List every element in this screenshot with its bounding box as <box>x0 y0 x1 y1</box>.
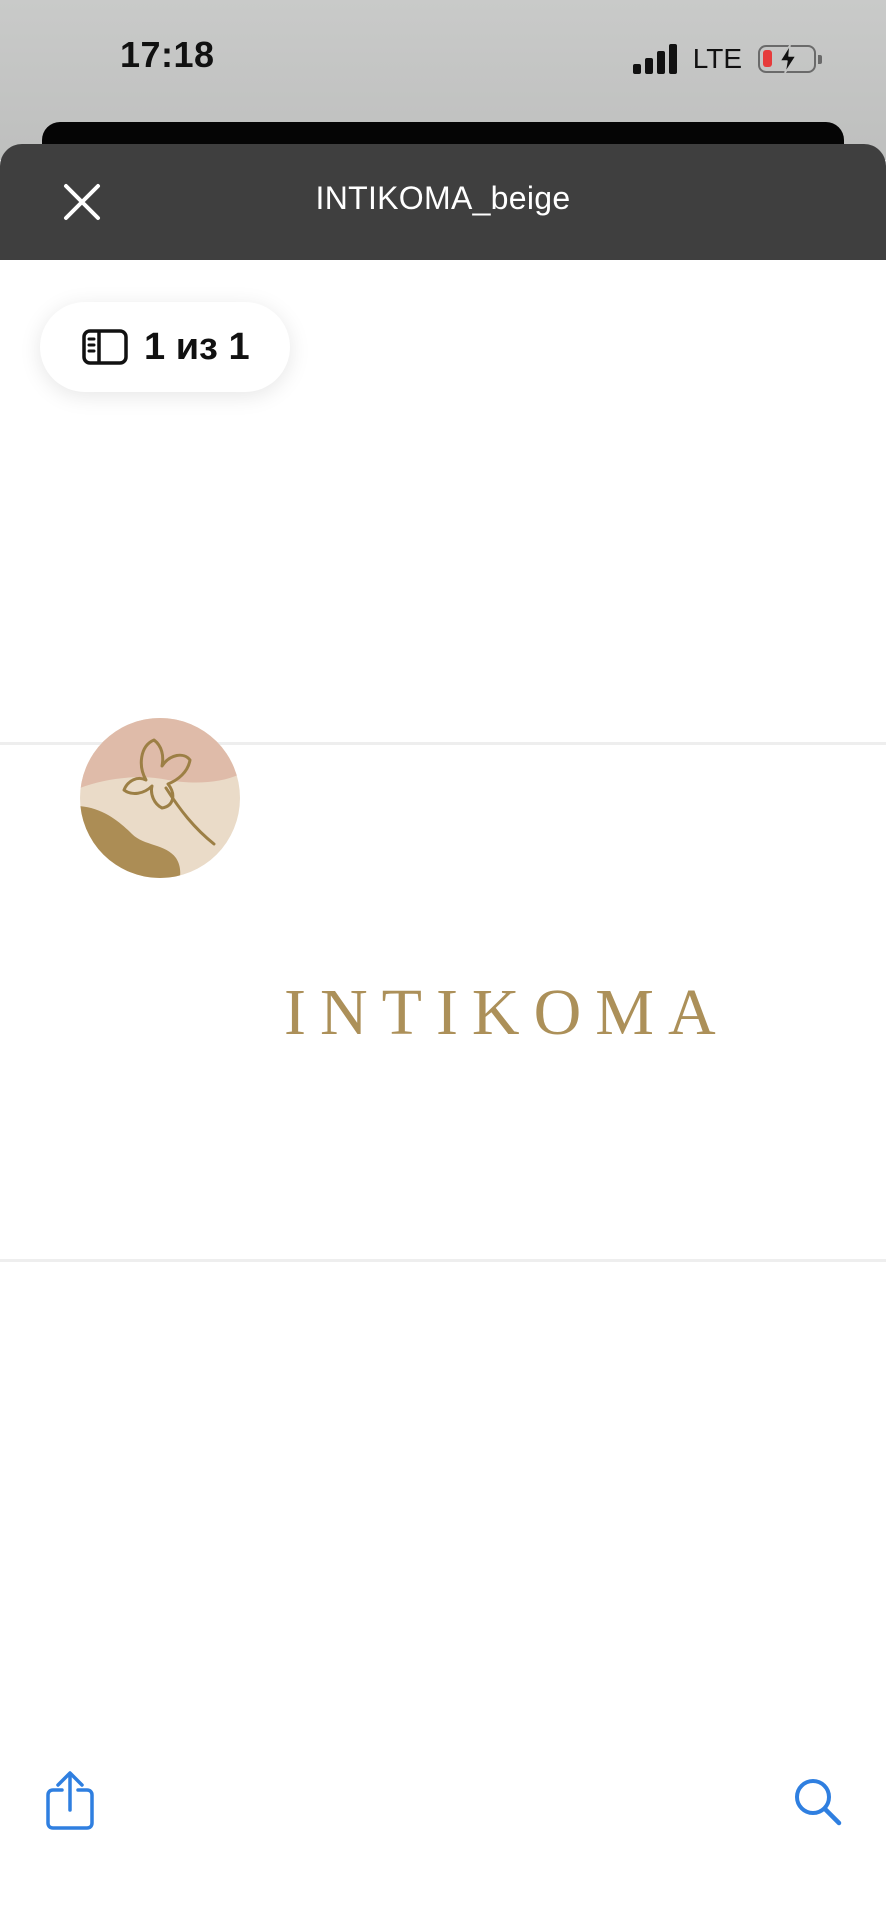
page-counter-button[interactable]: 1 из 1 <box>40 302 290 392</box>
share-button[interactable] <box>38 1768 102 1832</box>
sidebar-icon <box>82 329 128 365</box>
search-button[interactable] <box>786 1770 850 1834</box>
status-indicators: LTE <box>632 42 822 76</box>
status-time: 17:18 <box>120 34 215 75</box>
intikoma-wordmark: INTIKOMA <box>284 976 730 1049</box>
network-type: LTE <box>692 43 742 74</box>
signal-icon <box>632 44 677 74</box>
document-content[interactable]: 1 из 1 INTIKOMA <box>0 260 886 1920</box>
viewer-header: INTIKOMA_beige <box>0 144 886 260</box>
document-title: INTIKOMA_beige <box>315 180 571 216</box>
page-counter-label: 1 из 1 <box>144 325 250 368</box>
intikoma-logo-icon <box>80 718 240 878</box>
charging-bolt-icon <box>779 44 797 74</box>
battery-icon <box>758 44 822 74</box>
document-viewer-screen: 17:18 LTE INTIKOMA_beige 1 из 1 INTIKOMA <box>0 0 886 1920</box>
battery-level <box>763 50 772 67</box>
search-icon <box>795 1779 842 1826</box>
share-icon <box>46 1771 94 1830</box>
